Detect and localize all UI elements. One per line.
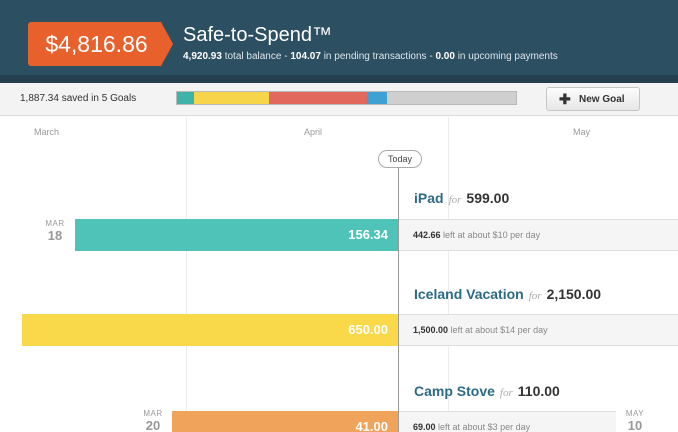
goal-end-date: MAY 10 [620, 409, 650, 432]
goal-left-amount: 1,500.00 [413, 325, 449, 335]
pending-value: 104.07 [290, 51, 321, 62]
new-goal-label: New Goal [579, 94, 625, 105]
pending-label: in pending transactions - [323, 51, 433, 62]
goal-start-day: 20 [145, 418, 161, 432]
goals-summary-bar: 1,887.34 saved in 5 Goals ✚ New Goal [0, 83, 678, 116]
goal-amount: 599.00 [466, 190, 510, 206]
goal-end-month: MAY [625, 409, 645, 418]
goal-for-label: for [528, 290, 542, 302]
safe-to-spend-app: $4,816.86 Safe-to-Spend™ 4,920.93 total … [0, 0, 678, 432]
goal-left-amount: 69.00 [413, 422, 436, 432]
goals-timeline[interactable]: March April May Today iPad for 599.00 MAR … [0, 117, 678, 432]
goal-for-label: for [448, 194, 462, 206]
goal-for-label: for [499, 387, 513, 399]
goal-left-amount: 442.66 [413, 230, 441, 240]
goals-saved-summary: 1,887.34 saved in 5 Goals [20, 93, 137, 104]
goals-progress-bar [176, 91, 517, 105]
goal-progress-bar-iceland-vacation[interactable]: 650.00 [22, 314, 398, 346]
month-divider [186, 117, 187, 432]
progress-segment-goal-2 [194, 92, 269, 104]
goal-start-day: 18 [47, 228, 63, 243]
progress-segment-remaining [387, 92, 516, 104]
goal-amount: 110.00 [517, 383, 560, 399]
goal-remaining-info: 69.00 left at about $3 per day [399, 411, 616, 432]
goal-start-date: MAR 18 [40, 219, 70, 243]
today-marker: Today [378, 150, 422, 168]
goal-title-camp-stove[interactable]: Camp Stove for 110.00 [414, 383, 560, 399]
goal-start-month: MAR [143, 409, 163, 418]
upcoming-label: in upcoming payments [457, 51, 558, 62]
plus-icon: ✚ [559, 91, 571, 107]
goal-saved-amount: 650.00 [348, 322, 388, 337]
progress-segment-goal-3 [269, 92, 367, 104]
balance-summary: 4,920.93 total balance - 104.07 in pendi… [183, 51, 558, 62]
progress-segment-goal-1 [177, 92, 194, 104]
goal-remaining-info: 442.66 left at about $10 per day [399, 219, 678, 251]
progress-segment-goal-4 [367, 92, 387, 104]
total-balance-value: 4,920.93 [183, 51, 222, 62]
goal-saved-amount: 41.00 [355, 419, 388, 432]
goal-progress-bar-camp-stove[interactable]: 41.00 [172, 411, 398, 432]
month-label-may: May [573, 127, 591, 137]
safe-to-spend-amount: $4,816.86 [45, 31, 148, 57]
header: $4,816.86 Safe-to-Spend™ 4,920.93 total … [0, 0, 678, 75]
goal-remaining-info: 1,500.00 left at about $14 per day [399, 314, 678, 346]
goal-amount: 2,150.00 [546, 286, 602, 302]
goal-start-month: MAR [45, 219, 65, 228]
goal-left-text: left at about $3 per day [438, 422, 531, 432]
header-title: Safe-to-Spend™ [183, 24, 332, 46]
goal-name: Iceland Vacation [414, 286, 524, 302]
goal-saved-amount: 156.34 [348, 227, 388, 242]
new-goal-button[interactable]: ✚ New Goal [546, 87, 640, 111]
total-balance-label: total balance - [224, 51, 288, 62]
month-label-march: March [34, 127, 60, 137]
goal-left-text: left at about $14 per day [450, 325, 548, 335]
upcoming-value: 0.00 [435, 51, 455, 62]
goal-name: Camp Stove [414, 383, 495, 399]
goal-title-ipad[interactable]: iPad for 599.00 [414, 190, 509, 206]
goal-left-text: left at about $10 per day [443, 230, 541, 240]
goal-end-day: 10 [627, 418, 643, 432]
goal-name: iPad [414, 190, 444, 206]
goal-start-date: MAR 20 [138, 409, 168, 432]
month-label-april: April [304, 127, 323, 137]
header-divider [0, 75, 678, 83]
safe-to-spend-badge: $4,816.86 [28, 22, 173, 66]
today-marker-line [398, 167, 399, 432]
goal-title-iceland-vacation[interactable]: Iceland Vacation for 2,150.00 [414, 286, 601, 302]
goal-progress-bar-ipad[interactable]: 156.34 [75, 219, 398, 251]
